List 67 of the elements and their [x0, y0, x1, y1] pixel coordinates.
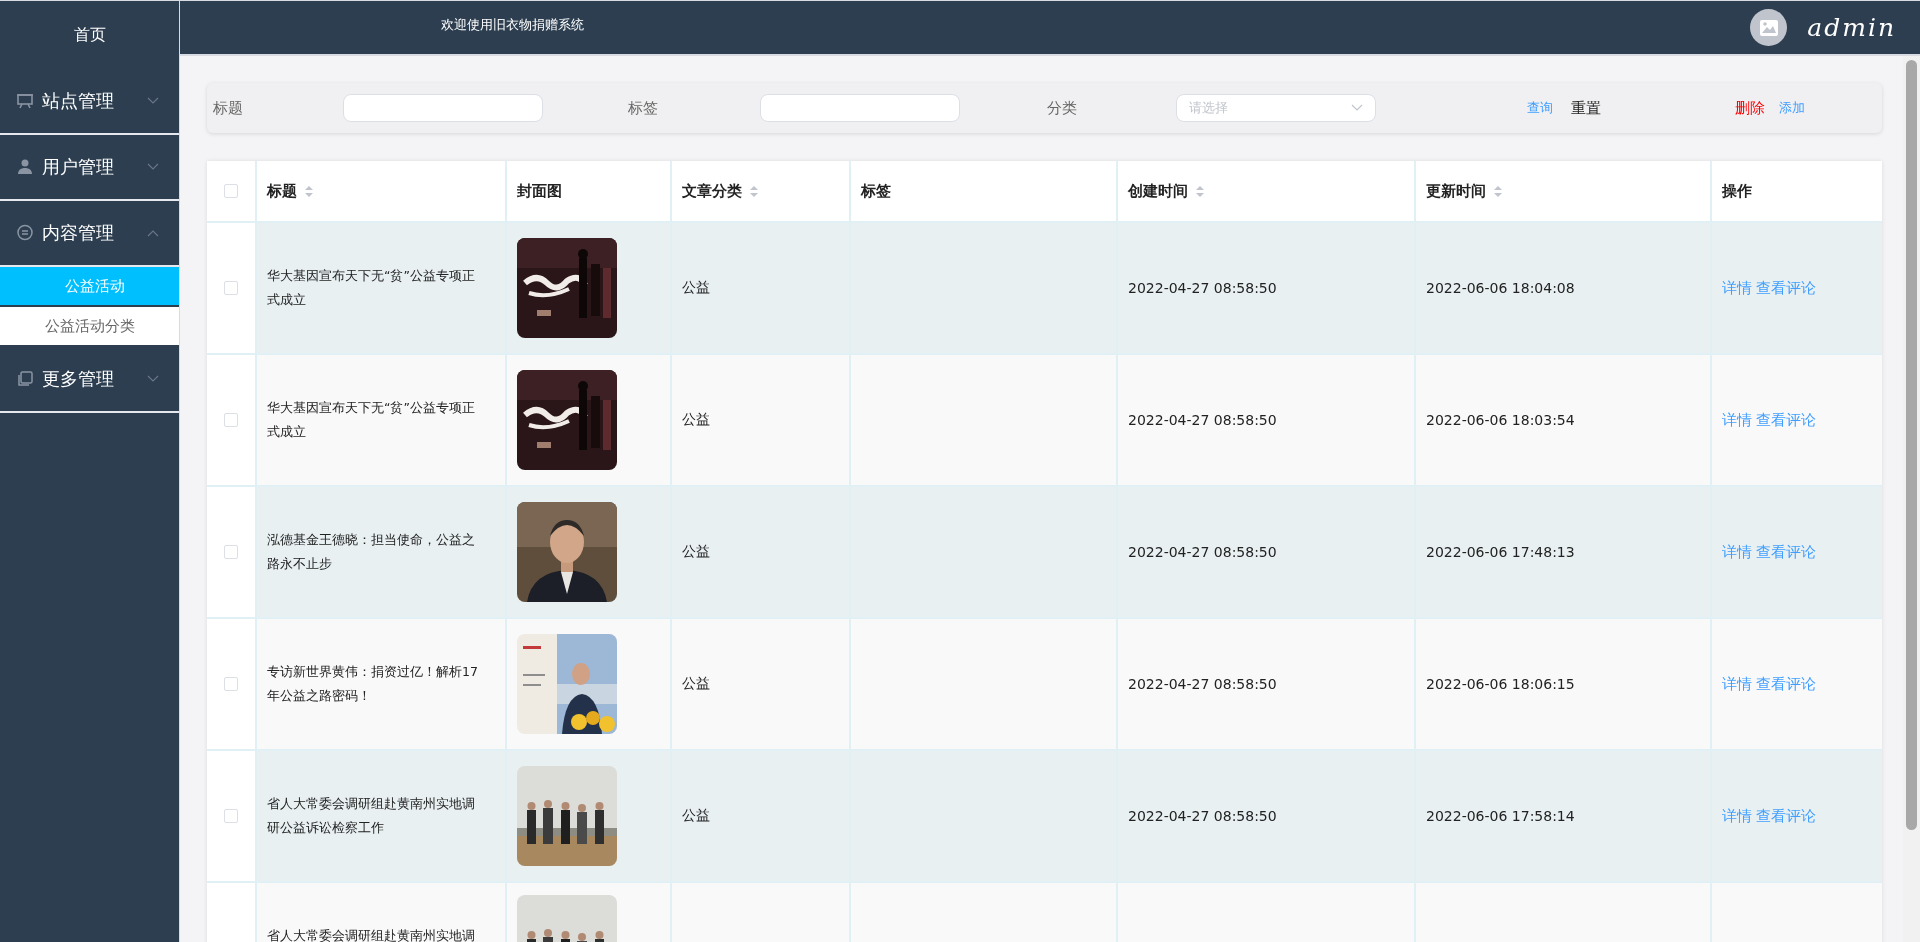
scrollbar-thumb[interactable] — [1906, 60, 1917, 830]
table-row[interactable]: 泓德基金王德晓：担当使命，公益之路永不止步 公益 2022-04-27 08:58:50 2022-06-06 17:48:13 详情 查看评论 — [207, 487, 1882, 619]
submenu-item[interactable]: 公益活动分类 — [0, 307, 179, 347]
user-icon — [16, 158, 34, 176]
title-text: 华大基因宣布天下无“贫”公益专项正式成立 — [267, 267, 476, 309]
table-row[interactable]: 省人大常委会调研组赴黄南州实地调研公益诉讼检察工作 公益 2022-04-27 08:58:50 2022-06-06 17:58:14 详情 查看评论 — [207, 751, 1882, 883]
category-text: 公益 — [682, 411, 710, 429]
field-label: 分类 — [1047, 98, 1078, 118]
user-name[interactable]: admin — [1807, 13, 1896, 42]
column-header[interactable]: 标签 — [851, 161, 1118, 221]
updated-time: 2022-06-06 18:03:54 — [1426, 412, 1575, 428]
table-row[interactable]: 专访新世界黄伟：捐资过亿！解析17年公益之路密码！ 公益 2022-04-27 08:58:50 2022-06-06 18:06:15 详情 查看评论 — [207, 619, 1882, 751]
menu-label: 用户管理 — [42, 155, 115, 179]
checkbox[interactable] — [224, 184, 238, 198]
column-header[interactable]: 操作 — [1712, 161, 1882, 221]
category-text: 公益 — [682, 807, 710, 825]
field-label: 标签 — [628, 98, 659, 118]
category-text: 公益 — [682, 279, 710, 297]
chat-bubble-icon — [16, 224, 34, 242]
column-header[interactable]: 封面图 — [507, 161, 672, 221]
updated-time: 2022-06-06 17:58:14 — [1426, 808, 1575, 824]
checkbox[interactable] — [224, 281, 238, 295]
created-time: 2022-04-27 08:58:50 — [1128, 544, 1277, 560]
sort-icon[interactable] — [750, 185, 758, 197]
checkbox[interactable] — [224, 809, 238, 823]
filter-button[interactable]: 删除 — [1735, 98, 1779, 118]
checkbox[interactable] — [224, 413, 238, 427]
system-title: 欢迎使用旧衣物捐赠系统 — [441, 15, 585, 34]
title-text: 专访新世界黄伟：捐资过亿！解析17年公益之路密码！ — [267, 663, 479, 705]
input-field[interactable] — [760, 94, 960, 122]
dropdown-caret-icon — [1351, 104, 1363, 112]
created-time: 2022-04-27 08:58:50 — [1128, 412, 1277, 428]
input-field[interactable] — [343, 94, 543, 122]
table-row[interactable]: 省人大常委会调研组赴黄南州实地调 — [207, 883, 1882, 942]
title-text: 华大基因宣布天下无“贫”公益专项正式成立 — [267, 399, 476, 441]
column-header[interactable]: 文章分类 — [672, 161, 851, 221]
category-text: 公益 — [682, 675, 710, 693]
updated-time: 2022-06-06 18:04:08 — [1426, 280, 1575, 296]
field-label: 标题 — [213, 98, 244, 118]
category-text: 公益 — [682, 543, 710, 561]
home-link[interactable]: 首页 — [0, 1, 179, 69]
table-row[interactable]: 华大基因宣布天下无“贫”公益专项正式成立 公益 2022-04-27 08:58:50 2022-06-06 18:04:08 详情 查看评论 — [207, 223, 1882, 355]
scrollbar[interactable] — [1903, 56, 1920, 942]
updated-time: 2022-06-06 18:06:15 — [1426, 676, 1575, 692]
created-time: 2022-04-27 08:58:50 — [1128, 280, 1277, 296]
sort-icon[interactable] — [1494, 185, 1502, 197]
checkbox[interactable] — [224, 545, 238, 559]
column-header[interactable]: 标题 — [257, 161, 507, 221]
title-text: 省人大常委会调研组赴黄南州实地调 — [267, 927, 476, 942]
title-text: 泓德基金王德晓：担当使命，公益之路永不止步 — [267, 531, 476, 573]
menu-label: 站点管理 — [42, 89, 115, 113]
copy-icon — [16, 370, 34, 388]
sort-icon[interactable] — [305, 185, 313, 197]
created-time: 2022-04-27 08:58:50 — [1128, 808, 1277, 824]
column-header[interactable]: 更新时间 — [1416, 161, 1712, 221]
menu-label: 更多管理 — [42, 367, 115, 391]
easel-icon — [16, 92, 34, 110]
avatar-image-icon[interactable] — [1750, 9, 1788, 46]
menu-label: 内容管理 — [42, 221, 115, 245]
table-row[interactable]: 华大基因宣布天下无“贫”公益专项正式成立 公益 2022-04-27 08:58:50 2022-06-06 18:03:54 详情 查看评论 — [207, 355, 1882, 487]
column-header[interactable]: 创建时间 — [1118, 161, 1416, 221]
filter-button[interactable]: 重置 — [1571, 98, 1615, 118]
sort-icon[interactable] — [1196, 185, 1204, 197]
created-time: 2022-04-27 08:58:50 — [1128, 676, 1277, 692]
checkbox[interactable] — [224, 677, 238, 691]
updated-time: 2022-06-06 17:48:13 — [1426, 544, 1575, 560]
title-text: 省人大常委会调研组赴黄南州实地调研公益诉讼检察工作 — [267, 795, 476, 837]
